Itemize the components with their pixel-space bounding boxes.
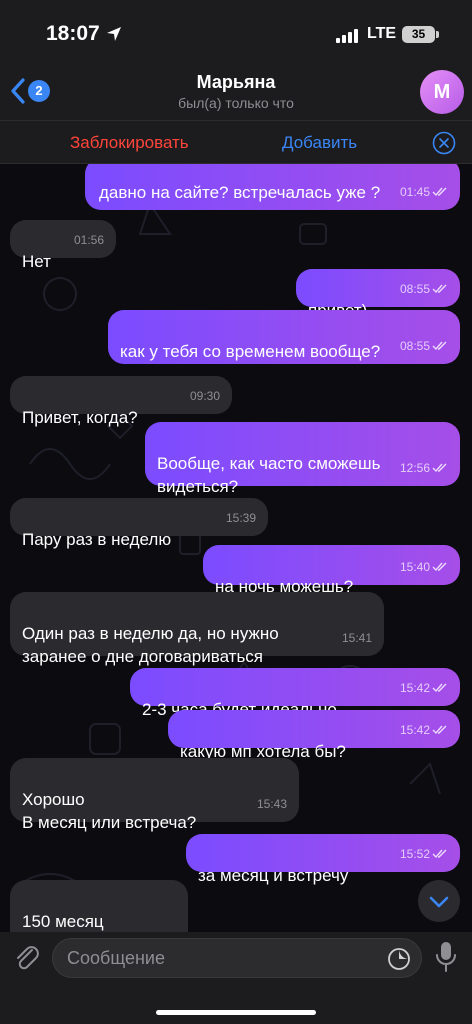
contact-status: был(а) только что [178,95,294,111]
message-text: давно на сайте? встречалась уже ? [99,183,381,202]
message-text: Привет, когда? [22,408,138,427]
message-text: как у тебя со временем вообще? [120,342,381,361]
message-meta: 15:52 [400,843,448,866]
read-ticks-icon [432,463,447,473]
chevron-down-icon [429,896,449,908]
chat-area[interactable]: давно на сайте? встречалась уже ? 01:45 … [0,164,472,932]
message-meta: 01:45 [400,181,448,204]
message-bubble-outgoing[interactable]: давно на сайте? встречалась уже ? 01:45 [85,164,460,210]
message-text: 150 месяц Встреча 15 [22,912,104,931]
location-arrow-icon [107,27,121,41]
read-ticks-icon [432,562,447,572]
message-placeholder: Сообщение [67,948,165,968]
message-meta: 15:40 [400,556,448,579]
message-bubble-outgoing[interactable]: привет) 08:55 [296,269,460,320]
message-bubble-outgoing[interactable]: за месяц и встречу 15:52 [186,834,460,885]
read-ticks-icon [432,849,447,859]
message-meta: 15:42 [400,719,448,742]
action-bar: Заблокировать Добавить [0,120,472,164]
message-bubble-outgoing[interactable]: Вообще, как часто сможешь видеться? 12:5… [145,422,460,496]
message-time: 15:43 [256,797,287,811]
message-bubble-incoming[interactable]: 150 месяц Встреча 15 [10,880,188,932]
contact-name[interactable]: Марьяна [0,72,472,93]
add-contact-button[interactable]: Добавить [282,133,357,153]
network-label: LTE [367,25,397,42]
message-time: 15:41 [341,631,372,645]
message-meta: 15:42 [400,677,448,700]
message-bubble-incoming[interactable]: Хорошо В месяц или встреча? 15:43 [10,758,299,832]
avatar[interactable]: M [420,70,464,114]
message-bubble-outgoing[interactable]: какую мп хотела бы? 15:42 [168,710,460,761]
signal-icon [336,29,360,43]
read-ticks-icon [432,187,447,197]
message-meta: 08:55 [400,278,448,301]
chat-header: 2 Марьяна был(а) только что M [0,68,472,120]
message-text: Хорошо В месяц или встреча? [22,790,197,832]
message-bubble-outgoing[interactable]: как у тебя со временем вообще? 08:55 [108,310,460,364]
microphone-icon[interactable] [434,940,458,974]
message-text: Один раз в неделю да, но нужно заранее о… [22,624,279,666]
read-ticks-icon [432,284,447,294]
message-bubble-incoming[interactable]: Нет 01:56 [10,220,116,271]
message-time: 09:30 [189,389,220,403]
message-time: 01:56 [73,233,104,247]
message-bubble-incoming[interactable]: Привет, когда? 09:30 [10,376,232,427]
home-indicator [156,1010,316,1015]
scroll-down-button[interactable] [418,880,460,922]
status-bar: 18:07 LTE 35 [0,0,472,68]
read-ticks-icon [432,341,447,351]
message-meta: 08:55 [400,335,448,358]
message-meta: 12:56 [400,457,448,480]
message-bubble-incoming[interactable]: Пару раз в неделю 15:39 [10,498,268,549]
read-ticks-icon [432,683,447,693]
message-text: за месяц и встречу [198,866,349,885]
message-time: 15:39 [225,511,256,525]
message-bubble-outgoing[interactable]: 2-3 часа будет идеально 15:42 [130,668,460,719]
block-button[interactable]: Заблокировать [70,133,189,153]
status-time: 18:07 [46,22,100,45]
message-bubble-outgoing[interactable]: на ночь можешь? 15:40 [203,545,460,596]
read-ticks-icon [432,725,447,735]
battery-icon: 35 [402,26,439,43]
message-text: Пару раз в неделю [22,530,172,549]
paperclip-icon[interactable] [12,942,40,972]
message-bubble-incoming[interactable]: Один раз в неделю да, но нужно заранее о… [10,592,384,666]
message-input[interactable]: Сообщение [52,938,422,978]
sticker-icon[interactable] [387,947,411,971]
message-text: Нет [22,252,51,271]
close-icon[interactable] [432,131,456,155]
